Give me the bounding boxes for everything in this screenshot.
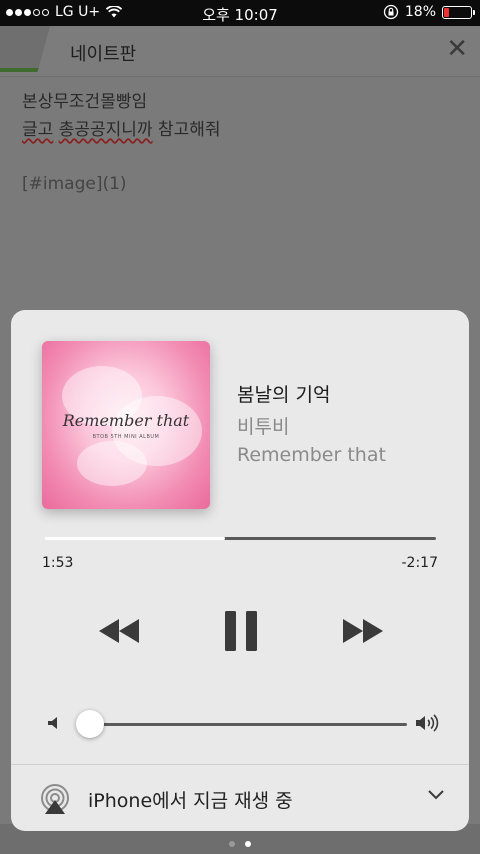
elapsed-time: 1:53 xyxy=(42,555,74,571)
page-indicator xyxy=(0,841,480,847)
battery-level xyxy=(444,7,449,17)
volume-slider[interactable] xyxy=(76,710,407,738)
pause-icon[interactable] xyxy=(225,610,259,652)
note-body[interactable]: 본상무조건몰빵임 글고 총공공지니까 참고해줘 [#image](1) xyxy=(22,88,221,198)
album-art-subtitle: BTOB 5TH MINI ALBUM xyxy=(92,434,160,440)
playback-scrubber[interactable] xyxy=(44,537,436,540)
note-line: 글고 총공공지니까 참고해줘 xyxy=(22,116,221,144)
note-text: 참고해줘 xyxy=(152,120,221,140)
song-title: 봄날의 기억 xyxy=(237,384,331,406)
battery-percent: 18% xyxy=(404,4,436,20)
orientation-lock-icon xyxy=(383,4,399,20)
airplay-route-row[interactable]: iPhone에서 지금 재생 중 xyxy=(11,764,469,831)
note-titlebar: 네이트판 ✕ xyxy=(0,26,480,77)
tab-notch xyxy=(0,26,50,72)
image-reference: [#image](1) xyxy=(22,174,127,194)
now-playing-card: Remember that BTOB 5TH MINI ALBUM 봄날의 기억… xyxy=(11,310,469,831)
note-title: 네이트판 xyxy=(70,44,137,65)
misspelled-word: 글고 xyxy=(22,120,54,140)
album-artwork: Remember that BTOB 5TH MINI ALBUM xyxy=(42,341,210,509)
volume-low-icon xyxy=(48,717,57,729)
close-icon[interactable]: ✕ xyxy=(446,36,468,62)
fast-forward-icon[interactable] xyxy=(341,610,385,652)
artist-name: 비투비 xyxy=(237,416,290,438)
status-bar: LG U+ 오후 10:07 18% xyxy=(0,0,480,26)
volume-knob[interactable] xyxy=(76,710,105,738)
battery-icon xyxy=(442,5,475,19)
page-dot xyxy=(229,841,235,847)
airplay-icon xyxy=(41,784,69,814)
page-dot-active xyxy=(245,841,251,847)
playback-progress xyxy=(44,537,226,540)
status-right: 18% xyxy=(383,4,475,20)
album-art-title: Remember that xyxy=(62,411,190,430)
remaining-time: -2:17 xyxy=(401,555,439,571)
airplay-route-label: iPhone에서 지금 재생 중 xyxy=(88,790,293,812)
album-name: Remember that xyxy=(237,444,386,466)
volume-high-icon xyxy=(416,714,439,732)
chevron-down-icon[interactable] xyxy=(427,789,445,801)
note-line: 본상무조건몰빵임 xyxy=(22,92,148,112)
misspelled-word: 총공공지니까 xyxy=(58,120,153,140)
rewind-icon[interactable] xyxy=(97,610,141,652)
